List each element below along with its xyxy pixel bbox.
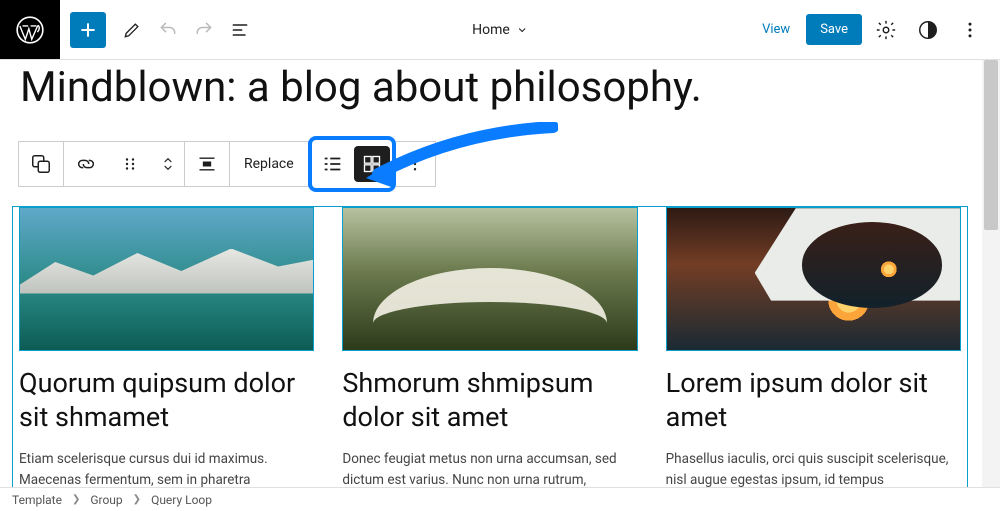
breadcrumb-item[interactable]: Query Loop bbox=[151, 493, 212, 507]
chevron-down-icon bbox=[516, 24, 528, 36]
post-featured-image[interactable] bbox=[666, 207, 961, 351]
vertical-scrollbar[interactable] bbox=[982, 60, 1000, 487]
replace-button[interactable]: Replace bbox=[230, 142, 308, 186]
breadcrumb-item[interactable]: Group bbox=[90, 493, 122, 507]
post-excerpt: Etiam scelerisque cursus dui id maximus.… bbox=[19, 449, 314, 487]
query-loop-grid[interactable]: Quorum quipsum dolor sit shmamet Etiam s… bbox=[12, 206, 968, 487]
block-breadcrumb: Template ❯ Group ❯ Query Loop bbox=[0, 487, 1000, 511]
post-title[interactable]: Quorum quipsum dolor sit shmamet bbox=[19, 367, 314, 435]
post-featured-image[interactable] bbox=[342, 207, 637, 351]
list-display-icon[interactable] bbox=[314, 142, 352, 186]
post-featured-image[interactable] bbox=[19, 207, 314, 351]
align-icon[interactable] bbox=[185, 142, 229, 186]
document-title-dropdown[interactable]: Home bbox=[472, 22, 528, 38]
chevron-right-icon: ❯ bbox=[133, 494, 141, 505]
add-block-button[interactable] bbox=[70, 12, 106, 48]
undo-icon[interactable] bbox=[150, 12, 186, 48]
breadcrumb-item[interactable]: Template bbox=[12, 493, 62, 507]
block-toolbar: Replace bbox=[18, 136, 436, 192]
link-icon[interactable] bbox=[64, 142, 108, 186]
redo-icon[interactable] bbox=[186, 12, 222, 48]
edit-tool-icon[interactable] bbox=[114, 12, 150, 48]
post-card[interactable]: Quorum quipsum dolor sit shmamet Etiam s… bbox=[19, 207, 314, 487]
styles-icon[interactable] bbox=[910, 12, 946, 48]
document-title-text: Home bbox=[472, 22, 510, 38]
block-type-icon[interactable] bbox=[19, 142, 63, 186]
annotation-arrow bbox=[358, 122, 558, 202]
post-excerpt: Donec feugiat metus non urna accumsan, s… bbox=[342, 449, 637, 487]
post-title[interactable]: Shmorum shmipsum dolor sit amet bbox=[342, 367, 637, 435]
editor-canvas: Mindblown: a blog about philosophy. Repl bbox=[0, 60, 980, 487]
editor-topbar: Home View Save bbox=[0, 0, 1000, 60]
page-title[interactable]: Mindblown: a blog about philosophy. bbox=[20, 64, 960, 112]
post-card[interactable]: Lorem ipsum dolor sit amet Phasellus iac… bbox=[666, 207, 961, 487]
more-options-icon[interactable] bbox=[952, 12, 988, 48]
post-excerpt: Phasellus iaculis, orci quis suscipit sc… bbox=[666, 449, 961, 487]
post-title[interactable]: Lorem ipsum dolor sit amet bbox=[666, 367, 961, 435]
settings-icon[interactable] bbox=[868, 12, 904, 48]
scrollbar-thumb[interactable] bbox=[984, 60, 998, 230]
drag-handle-icon[interactable] bbox=[108, 142, 152, 186]
view-button[interactable]: View bbox=[752, 16, 800, 43]
post-card[interactable]: Shmorum shmipsum dolor sit amet Donec fe… bbox=[342, 207, 637, 487]
save-button[interactable]: Save bbox=[806, 14, 862, 45]
list-view-icon[interactable] bbox=[222, 12, 258, 48]
move-arrows-icon[interactable] bbox=[152, 142, 184, 186]
chevron-right-icon: ❯ bbox=[72, 494, 80, 505]
